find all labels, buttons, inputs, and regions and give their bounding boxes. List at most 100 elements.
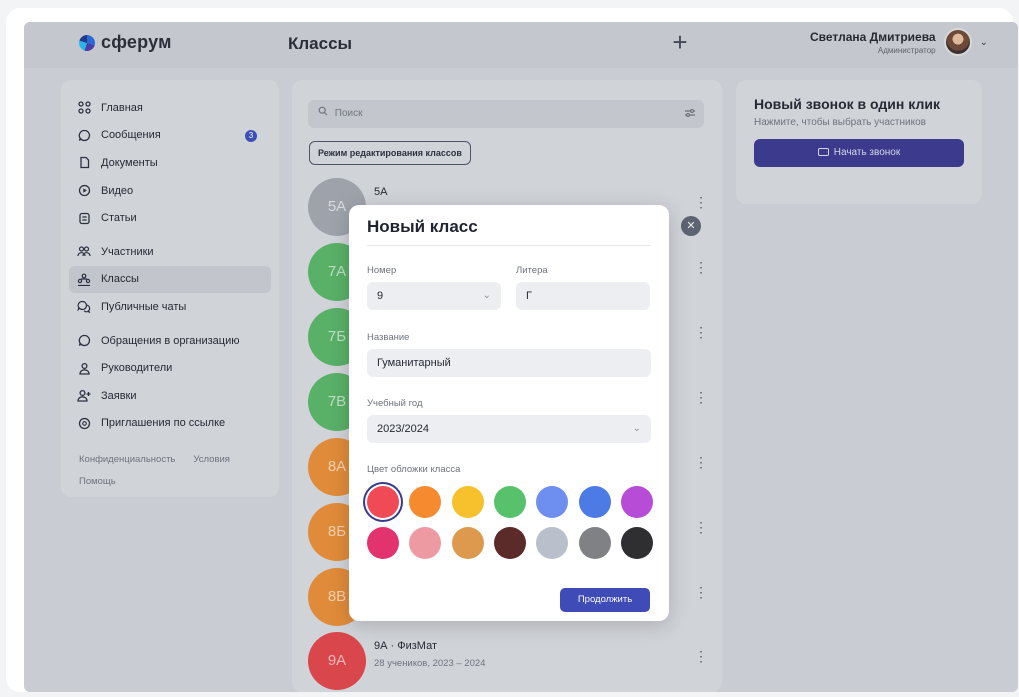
sidebar-item-label: Обращения в организацию	[101, 334, 240, 347]
color-swatch[interactable]	[536, 486, 569, 518]
sidebar-item-requests[interactable]: Заявки	[69, 382, 271, 410]
more-icon[interactable]: ⋮	[694, 648, 708, 665]
sidebar-item-label: Руководители	[101, 362, 173, 375]
logo-text: сферум	[101, 32, 172, 52]
user-name: Светлана Дмитриева	[809, 29, 936, 44]
public-chat-icon	[77, 300, 91, 314]
color-swatch[interactable]	[409, 486, 442, 518]
quick-call-subtitle: Нажмите, чтобы выбрать участников	[754, 117, 926, 128]
video-icon	[77, 184, 91, 198]
camera-icon	[817, 148, 829, 156]
sidebar-item-label: Статьи	[101, 212, 137, 225]
color-swatch[interactable]	[451, 527, 484, 559]
letter-label: Литера	[516, 265, 548, 276]
document-icon	[77, 156, 91, 170]
letter-field[interactable]: Г	[516, 282, 650, 310]
quick-call-title: Новый звонок в один клик	[754, 96, 940, 112]
color-swatch[interactable]	[493, 486, 526, 518]
sidebar-item-managers[interactable]: Руководители	[69, 354, 271, 382]
color-swatch[interactable]	[620, 527, 653, 559]
people-icon	[77, 245, 91, 259]
sidebar-item-classes[interactable]: Классы	[69, 265, 271, 294]
unread-badge: 3	[245, 129, 257, 142]
sidebar-item-link-invites[interactable]: Приглашения по ссылке	[69, 410, 271, 438]
name-field[interactable]: Гуманитарный	[367, 349, 651, 377]
sidebar-footer: Конфиденциальность Условия Помощь	[69, 449, 271, 493]
year-label: Учебный год	[367, 398, 423, 409]
color-swatch[interactable]	[367, 527, 399, 559]
logo-mark-icon	[79, 34, 95, 51]
name-label: Название	[367, 332, 410, 343]
sidebar-item-members[interactable]: Участники	[69, 238, 271, 266]
more-icon[interactable]: ⋮	[694, 454, 708, 471]
page-title: Классы	[288, 34, 353, 53]
letter-value: Г	[526, 290, 532, 302]
user-menu[interactable]: Светлана Дмитриева Администратор ⌄	[810, 28, 988, 56]
sidebar-item-public-chats[interactable]: Публичные чаты	[69, 293, 271, 321]
avatar[interactable]	[943, 28, 972, 56]
chevron-down-icon: ⌄	[482, 290, 491, 301]
chevron-down-icon[interactable]: ⌄	[980, 37, 988, 48]
sidebar: Главная Сообщения 3 Документы Видео Стат…	[61, 80, 279, 497]
more-icon[interactable]: ⋮	[694, 324, 708, 341]
number-label: Номер	[367, 265, 397, 276]
logo[interactable]: сферум	[79, 32, 172, 53]
divider	[367, 245, 651, 246]
year-select[interactable]: 2023/2024 ⌄	[367, 415, 651, 443]
color-swatch[interactable]	[409, 527, 442, 559]
more-icon[interactable]: ⋮	[694, 519, 708, 536]
user-role: Администратор	[877, 45, 936, 55]
color-swatch[interactable]	[536, 527, 569, 559]
color-swatch[interactable]	[578, 486, 611, 518]
sidebar-item-video[interactable]: Видео	[69, 177, 271, 205]
number-select[interactable]: 9 ⌄	[367, 282, 501, 310]
manager-icon	[77, 361, 91, 375]
sidebar-item-label: Видео	[101, 184, 134, 197]
close-icon[interactable]: ✕	[681, 216, 701, 236]
quick-call-panel: Новый звонок в один клик Нажмите, чтобы …	[736, 80, 982, 204]
class-subtitle: 28 учеников, 2023 – 2024	[374, 658, 486, 669]
chevron-down-icon: ⌄	[632, 423, 641, 434]
help-link[interactable]: Помощь	[79, 476, 116, 487]
sidebar-item-home[interactable]: Главная	[69, 94, 271, 122]
search-icon	[318, 100, 328, 128]
terms-link[interactable]: Условия	[193, 454, 230, 465]
sidebar-item-documents[interactable]: Документы	[69, 149, 271, 177]
color-label: Цвет обложки класса	[367, 464, 461, 475]
sidebar-item-articles[interactable]: Статьи	[69, 204, 271, 232]
privacy-link[interactable]: Конфиденциальность	[79, 454, 175, 465]
filter-icon[interactable]	[684, 100, 696, 128]
edit-mode-button[interactable]: Режим редактирования классов	[309, 141, 471, 165]
color-swatch[interactable]	[451, 486, 484, 518]
chat-icon	[77, 128, 91, 142]
sidebar-item-label: Сообщения	[101, 129, 161, 142]
color-swatch[interactable]	[493, 527, 526, 559]
more-icon[interactable]: ⋮	[694, 389, 708, 406]
color-swatch[interactable]	[367, 486, 399, 518]
sidebar-item-label: Заявки	[101, 389, 137, 402]
sidebar-item-messages[interactable]: Сообщения 3	[69, 122, 271, 150]
appeal-icon	[77, 334, 91, 348]
sidebar-item-appeals[interactable]: Обращения в организацию	[69, 327, 271, 355]
new-class-dialog: Новый класс Номер 9 ⌄ Литера Г Название …	[349, 205, 669, 621]
sidebar-item-label: Приглашения по ссылке	[101, 417, 226, 430]
add-button[interactable]: +	[665, 28, 695, 58]
more-icon[interactable]: ⋮	[694, 194, 708, 211]
year-value: 2023/2024	[377, 423, 429, 435]
more-icon[interactable]: ⋮	[694, 584, 708, 601]
name-value: Гуманитарный	[377, 357, 451, 369]
search-input[interactable]: Поиск	[308, 100, 704, 128]
continue-button[interactable]: Продолжить	[560, 588, 650, 612]
color-swatch[interactable]	[578, 527, 611, 559]
top-bar: сферум Классы + Светлана Дмитриева Админ…	[24, 22, 1018, 68]
number-value: 9	[377, 290, 384, 302]
class-avatar: 9А	[308, 632, 366, 690]
more-icon[interactable]: ⋮	[694, 259, 708, 276]
classes-icon	[77, 272, 91, 286]
class-title: 5А	[374, 186, 388, 198]
start-call-label: Начать звонок	[833, 147, 901, 158]
list-item[interactable]: 9А 9А · ФизМат 28 учеников, 2023 – 2024 …	[308, 632, 708, 692]
start-call-button[interactable]: Начать звонок	[754, 139, 964, 167]
color-swatch[interactable]	[620, 486, 653, 518]
class-title: 9А · ФизМат	[374, 640, 437, 652]
